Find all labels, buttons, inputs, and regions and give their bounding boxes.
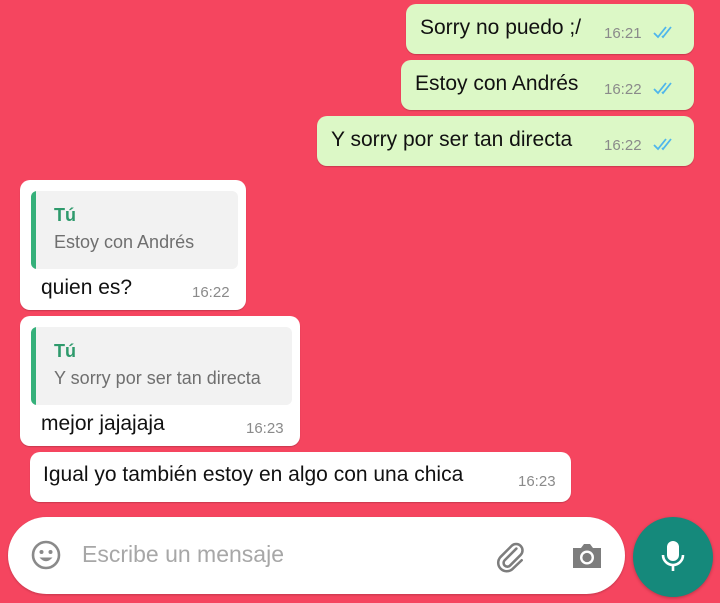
message-incoming[interactable]: Tú Estoy con Andrés quien es? 16:22 [20,180,246,310]
quoted-message[interactable]: Tú Y sorry por ser tan directa [31,327,292,405]
quote-text: Y sorry por ser tan directa [54,368,261,388]
message-outgoing[interactable]: Y sorry por ser tan directa 16:22 [317,116,694,166]
microphone-icon [661,541,685,571]
quote-accent-bar [31,327,36,405]
message-outgoing[interactable]: Sorry no puedo ;/ 16:21 [406,4,694,54]
quote-text: Estoy con Andrés [54,232,195,252]
quote-accent-bar [31,191,36,269]
message-text: quien es? [41,276,133,299]
message-text: Estoy con Andrés [415,72,579,95]
read-receipt-icon [653,138,672,151]
message-time: 16:23 [518,473,556,490]
camera-icon[interactable] [570,541,604,571]
message-time: 16:23 [246,420,284,437]
message-incoming[interactable]: Tú Y sorry por ser tan directa mejor jaj… [20,316,300,446]
message-time: 16:21 [604,25,642,42]
quote-author: Tú [54,205,76,225]
message-text: mejor jajajaja [41,412,165,435]
paperclip-icon[interactable] [493,539,527,573]
read-receipt-icon [653,82,672,95]
message-text: Y sorry por ser tan directa [331,128,573,151]
emoji-icon[interactable] [30,539,62,571]
message-time: 16:22 [604,81,642,98]
quote-author: Tú [54,341,76,361]
message-input[interactable]: Escribe un mensaje [82,541,284,568]
message-time: 16:22 [604,137,642,154]
read-receipt-icon [653,26,672,39]
message-incoming[interactable]: Igual yo también estoy en algo con una c… [30,452,571,502]
message-text: Igual yo también estoy en algo con una c… [43,463,464,486]
chat-area: Sorry no puedo ;/ 16:21 Estoy con Andrés… [0,0,720,510]
mic-button[interactable] [633,517,713,597]
message-outgoing[interactable]: Estoy con Andrés 16:22 [401,60,694,110]
message-input-bar[interactable]: Escribe un mensaje [8,517,625,594]
message-time: 16:22 [192,284,230,301]
quoted-message[interactable]: Tú Estoy con Andrés [31,191,238,269]
message-text: Sorry no puedo ;/ [420,16,582,39]
